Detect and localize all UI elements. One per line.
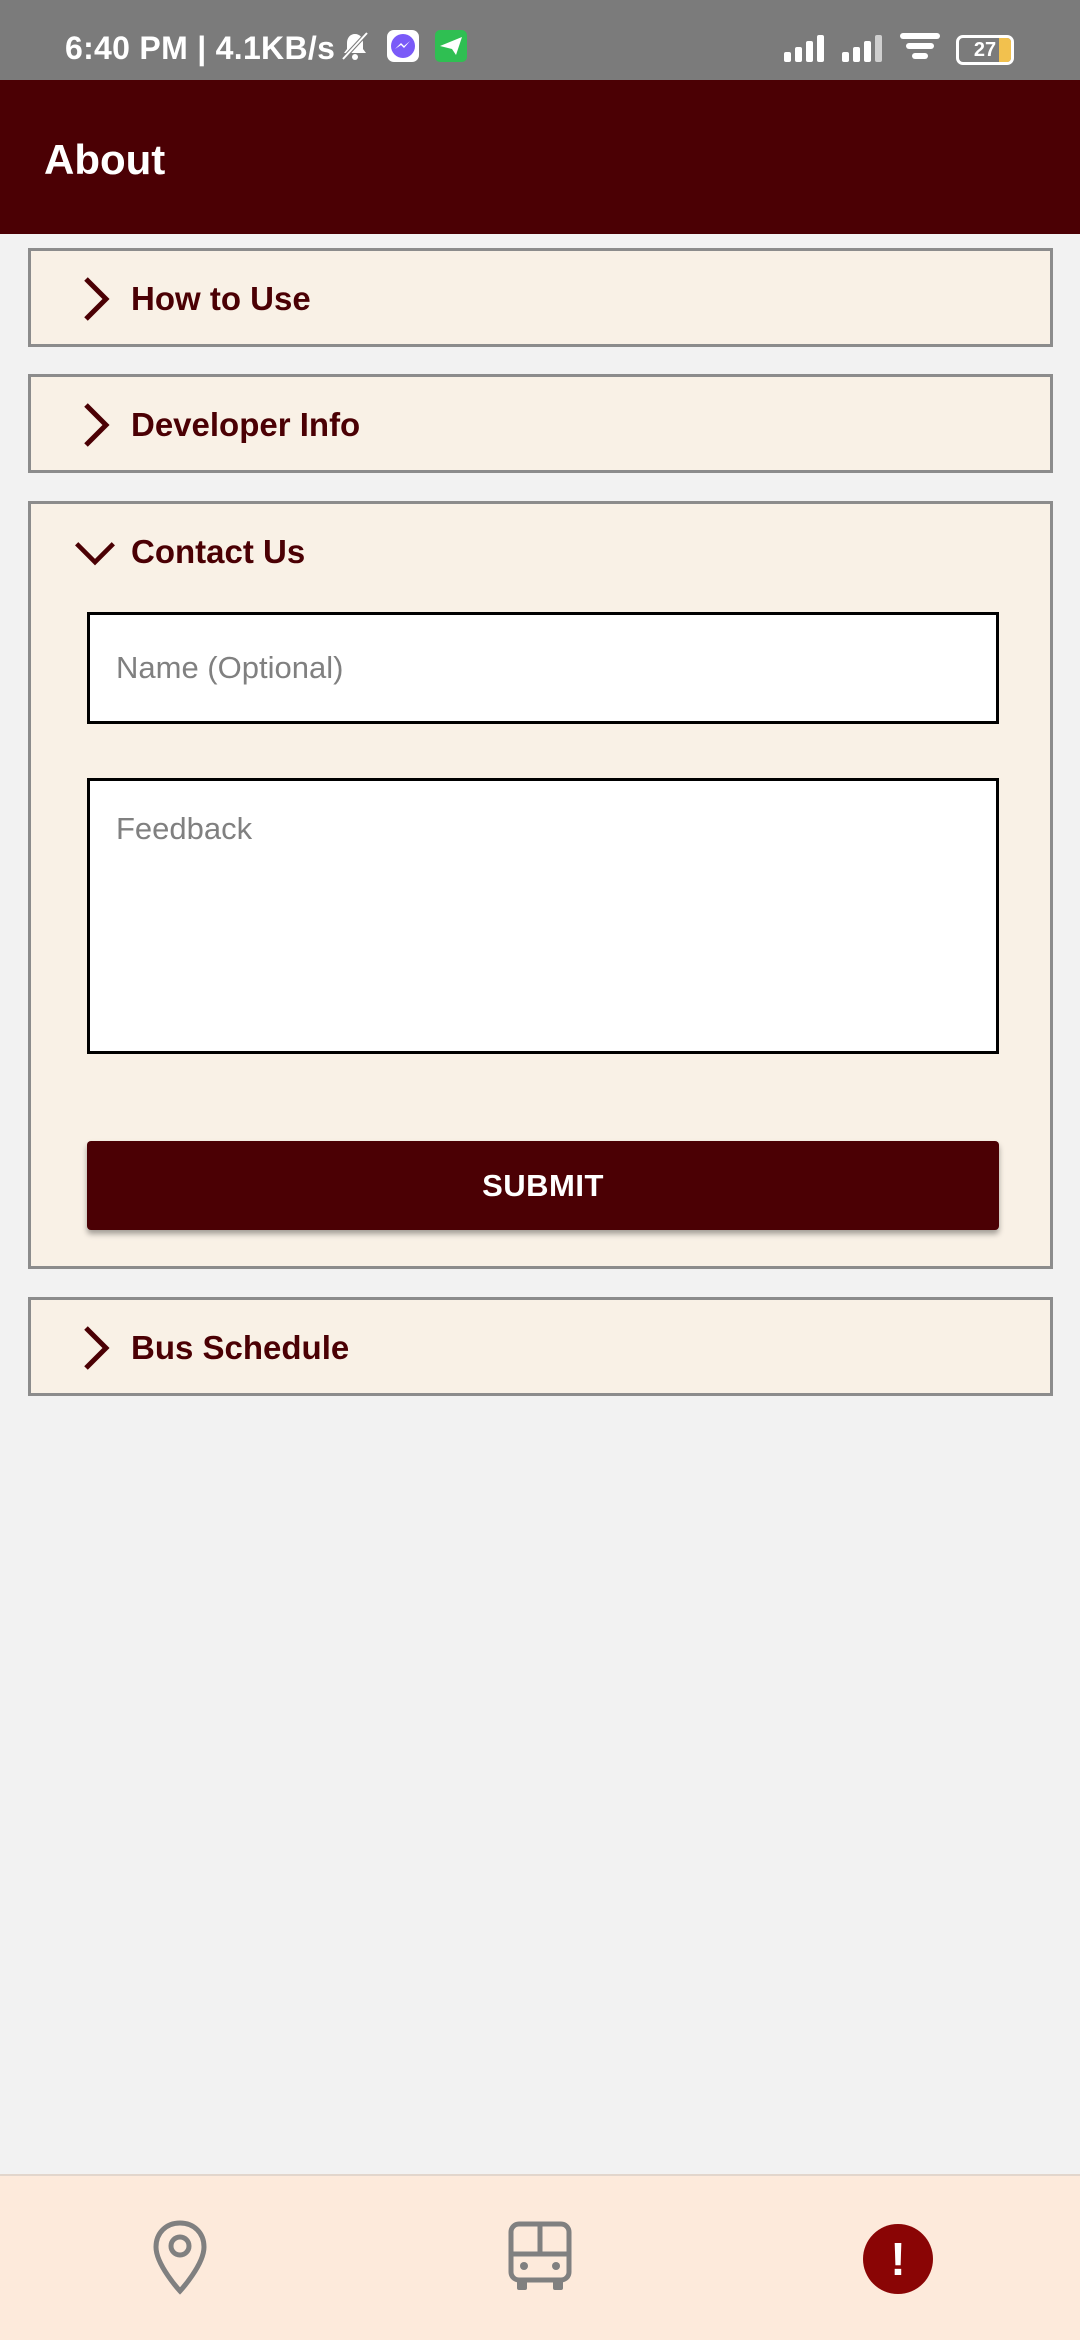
page-title: About [44, 136, 166, 183]
accordion-header-contact-us[interactable]: Contact Us [31, 504, 1050, 600]
accordion-developer-info: Developer Info [28, 374, 1053, 473]
send-icon [434, 29, 468, 68]
battery-icon: 27 [956, 35, 1014, 65]
name-input[interactable] [87, 612, 999, 724]
bus-icon [507, 2220, 573, 2299]
messenger-icon [386, 29, 420, 68]
status-bar: 6:40 PM | 4.1KB/s 27 [0, 0, 1080, 80]
feedback-input[interactable] [87, 778, 999, 1054]
accordion-title: Developer Info [131, 406, 361, 443]
chevron-right-icon [73, 274, 117, 324]
notification-icons [338, 29, 468, 68]
chevron-down-icon [73, 527, 117, 577]
alert-icon: ! [863, 2224, 933, 2294]
chevron-right-icon [73, 1323, 117, 1373]
accordion-header-developer-info[interactable]: Developer Info [31, 377, 1050, 473]
signal-icon [784, 34, 826, 67]
accordion-title: Contact Us [131, 533, 306, 570]
submit-button[interactable]: SUBMIT [87, 1141, 999, 1230]
battery-level: 27 [973, 38, 997, 61]
map-pin-icon [150, 2219, 210, 2300]
accordion-contact-us: Contact Us SUBMIT [28, 501, 1053, 1269]
accordion-header-bus-schedule[interactable]: Bus Schedule [31, 1300, 1050, 1396]
accordion-bus-schedule: Bus Schedule [28, 1297, 1053, 1396]
chevron-right-icon [73, 400, 117, 450]
bottom-navigation: ! [0, 2174, 1080, 2340]
mute-icon [338, 29, 372, 68]
accordion-title: Bus Schedule [131, 1329, 350, 1366]
signal-icon-2 [842, 34, 884, 67]
nav-map-button[interactable] [135, 2214, 225, 2304]
system-icons: 27 [784, 32, 1014, 68]
nav-about-button[interactable]: ! [853, 2214, 943, 2304]
app-bar: About [0, 80, 1080, 234]
accordion-title: How to Use [131, 280, 311, 317]
nav-bus-button[interactable] [495, 2214, 585, 2304]
accordion-how-to-use: How to Use [28, 248, 1053, 347]
status-time: 6:40 PM | 4.1KB/s [65, 30, 336, 66]
wifi-icon [900, 32, 940, 68]
accordion-header-how-to-use[interactable]: How to Use [31, 251, 1050, 347]
